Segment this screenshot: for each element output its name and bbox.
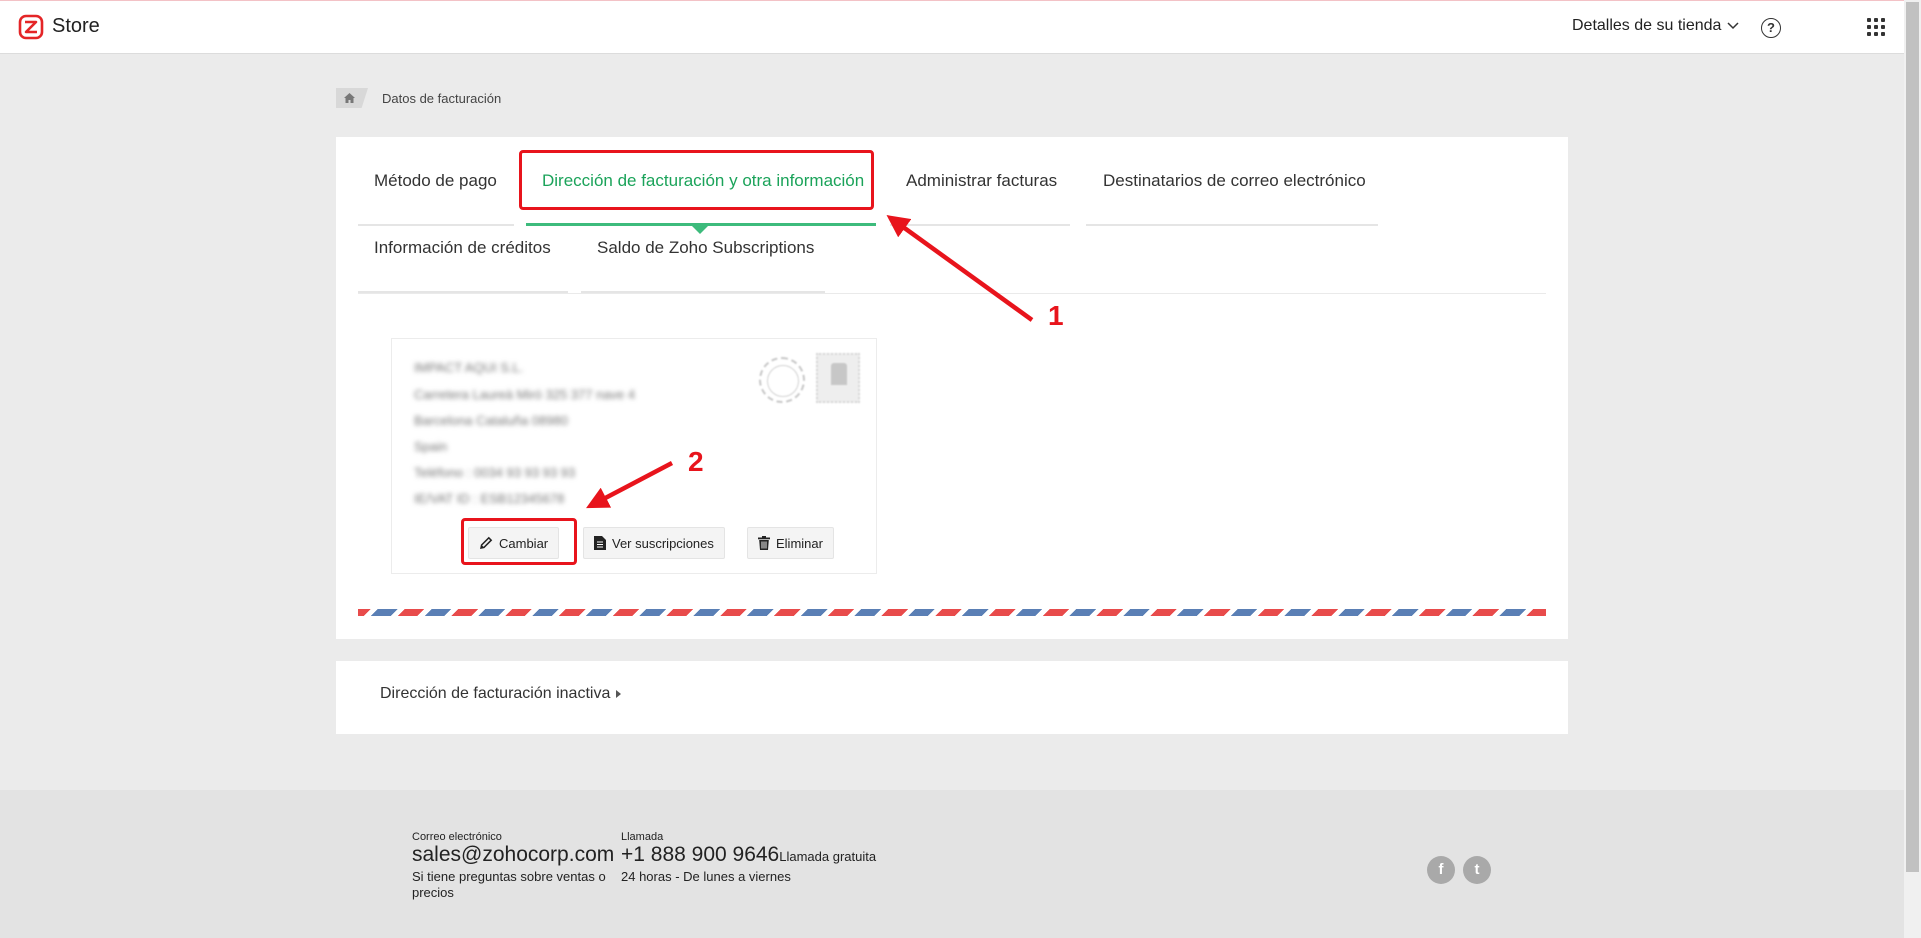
pencil-icon xyxy=(480,536,493,549)
active-tab-caret xyxy=(692,226,708,234)
tab-manage-invoices[interactable]: Administrar facturas xyxy=(906,171,1057,191)
tab-subscriptions-balance[interactable]: Saldo de Zoho Subscriptions xyxy=(597,238,814,258)
store-details-label: Detalles de su tienda xyxy=(1572,17,1722,34)
view-subscriptions-button[interactable]: Ver suscripciones xyxy=(583,527,725,559)
address-line: Spain xyxy=(414,439,448,454)
tab-underline xyxy=(890,224,1070,226)
address-line: Barcelona Cataluña 08980 xyxy=(414,413,568,428)
mailbox-stamp-icon xyxy=(816,353,860,403)
top-bar: Store Detalles de su tienda ? xyxy=(0,0,1904,54)
billing-address-card: IMPACT AQUI S.L. Carretera Laureà Miró 3… xyxy=(391,338,877,574)
footer-phone[interactable]: +1 888 900 9646 xyxy=(621,843,779,866)
footer-phone-row: +1 888 900 9646Llamada gratuita xyxy=(621,843,876,867)
footer-email-label: Correo electrónico xyxy=(412,831,502,843)
help-icon[interactable]: ? xyxy=(1761,18,1781,38)
delete-button-label: Eliminar xyxy=(776,535,823,551)
tab-billing-address[interactable]: Dirección de facturación y otra informac… xyxy=(542,171,864,191)
chevron-down-icon xyxy=(1727,22,1739,30)
footer-email-link[interactable]: sales@zohocorp.com xyxy=(412,843,614,867)
billing-card: Método de pago Dirección de facturación … xyxy=(336,137,1568,639)
inactive-address-toggle[interactable]: Dirección de facturación inactiva xyxy=(380,685,622,703)
airmail-stripe-border xyxy=(358,609,1546,616)
change-address-button[interactable]: Cambiar xyxy=(468,527,560,559)
home-icon xyxy=(344,93,355,103)
store-details-menu[interactable]: Detalles de su tienda xyxy=(1572,17,1739,35)
delete-address-button[interactable]: Eliminar xyxy=(747,527,834,559)
tabs-divider xyxy=(358,293,1546,294)
caret-right-icon xyxy=(616,690,622,698)
address-line: IE/VAT ID : ESB12345678 xyxy=(414,491,565,506)
brand-name[interactable]: Store xyxy=(52,15,100,38)
scrollbar-thumb[interactable] xyxy=(1906,2,1919,872)
address-line: IMPACT AQUI S.L. xyxy=(414,360,524,375)
tab-underline xyxy=(358,224,514,226)
inactive-address-card: Dirección de facturación inactiva xyxy=(336,661,1568,734)
document-icon xyxy=(594,536,606,550)
inactive-address-label: Dirección de facturación inactiva xyxy=(380,685,611,702)
vertical-scrollbar[interactable] xyxy=(1904,0,1921,938)
tab-credits-info[interactable]: Información de créditos xyxy=(374,238,551,258)
footer-call-label: Llamada xyxy=(621,831,664,843)
postmark-stamp-icon xyxy=(759,357,805,403)
zoho-logo-icon[interactable] xyxy=(18,14,44,40)
change-button-label: Cambiar xyxy=(499,535,549,551)
annotation-number-2: 2 xyxy=(688,446,704,477)
breadcrumb: Datos de facturación xyxy=(336,88,501,108)
tab-payment-method[interactable]: Método de pago xyxy=(374,171,497,191)
tab-underline xyxy=(1086,224,1378,226)
breadcrumb-home[interactable] xyxy=(336,88,368,108)
facebook-icon[interactable]: f xyxy=(1427,856,1455,884)
tab-email-recipients[interactable]: Destinatarios de correo electrónico xyxy=(1103,171,1366,191)
apps-grid-icon[interactable] xyxy=(1867,18,1885,36)
twitter-icon[interactable]: t xyxy=(1463,856,1491,884)
trash-icon xyxy=(758,536,770,550)
footer-phone-free: Llamada gratuita xyxy=(779,849,877,864)
breadcrumb-current: Datos de facturación xyxy=(382,90,502,106)
footer-email-note: Si tiene preguntas sobre ventas o precio… xyxy=(412,869,606,900)
footer-hours: 24 horas - De lunes a viernes xyxy=(621,869,791,884)
view-subscriptions-label: Ver suscripciones xyxy=(612,535,714,551)
footer xyxy=(0,790,1904,938)
address-line: Teléfono : 0034 93 93 93 93 xyxy=(414,465,576,480)
address-line: Carretera Laureà Miró 325 377 nave 4 xyxy=(414,387,636,402)
annotation-number-1: 1 xyxy=(1048,300,1064,331)
